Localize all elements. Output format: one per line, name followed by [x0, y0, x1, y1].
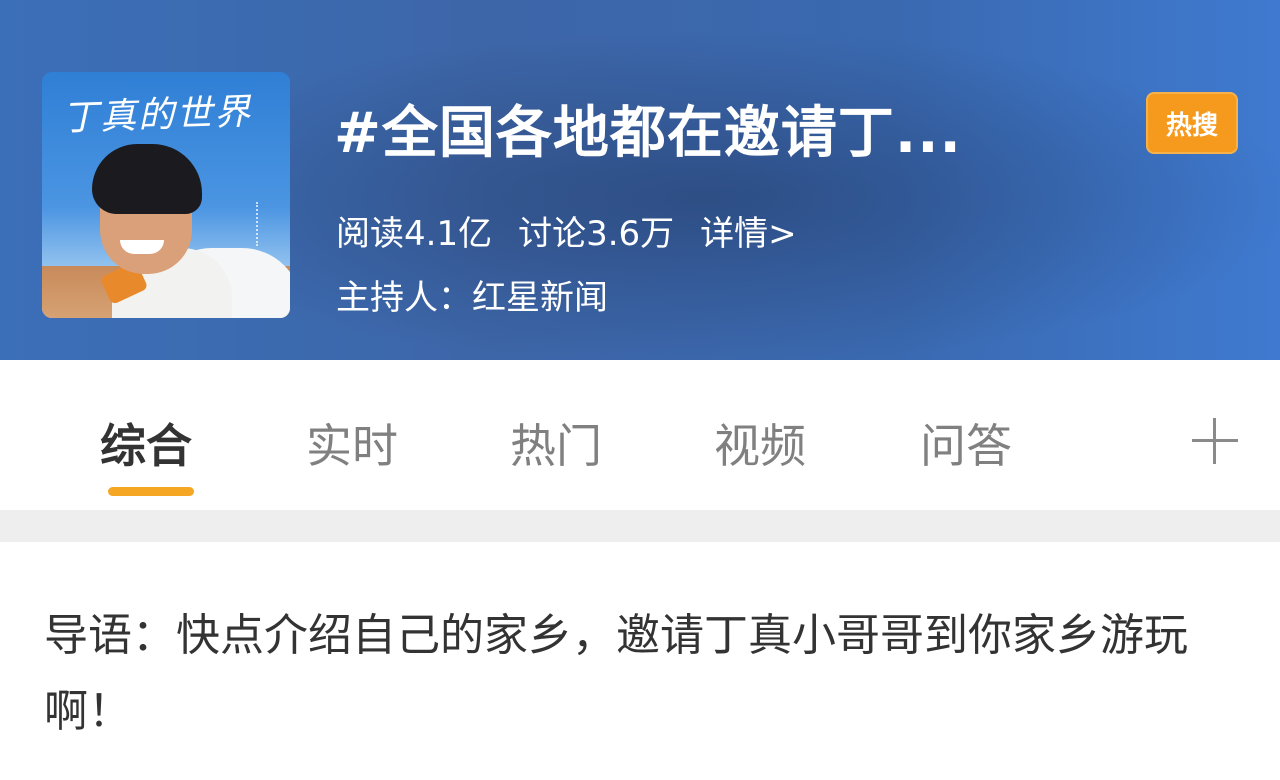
details-link[interactable]: 详情> [700, 206, 797, 255]
cover-person-hair [92, 144, 202, 214]
read-count: 阅读4.1亿 [336, 214, 493, 254]
topic-title: #全国各地都在邀请丁... [334, 101, 962, 166]
tab-realtime[interactable]: 实时 [306, 410, 398, 476]
cover-title-art: 丁真的世界 [61, 91, 253, 140]
tab-bar: 综合 实时 热门 视频 问答 [0, 360, 1280, 510]
topic-stats: 阅读4.1亿 讨论3.6万 详情> [336, 206, 797, 255]
tab-video[interactable]: 视频 [714, 410, 806, 476]
section-divider [0, 510, 1280, 542]
tab-comprehensive[interactable]: 综合 [100, 410, 192, 476]
hot-search-badge: 热搜 [1146, 92, 1238, 154]
tab-qa[interactable]: 问答 [920, 410, 1012, 476]
discuss-count: 讨论3.6万 [518, 214, 675, 254]
cover-side-text [256, 202, 262, 246]
topic-cover-image[interactable]: 丁真的世界 [42, 72, 290, 318]
guide-text: 导语：快点介绍自己的家乡，邀请丁真小哥哥到你家乡游玩啊！ [44, 610, 1188, 737]
plus-icon[interactable] [1192, 418, 1238, 464]
topic-host: 主持人：红星新闻 [336, 278, 608, 318]
active-tab-indicator [108, 487, 194, 496]
tab-hot[interactable]: 热门 [510, 410, 602, 476]
topic-header: 丁真的世界 #全国各地都在邀请丁... 热搜 阅读4.1亿 讨论3.6万 详情>… [0, 0, 1280, 360]
